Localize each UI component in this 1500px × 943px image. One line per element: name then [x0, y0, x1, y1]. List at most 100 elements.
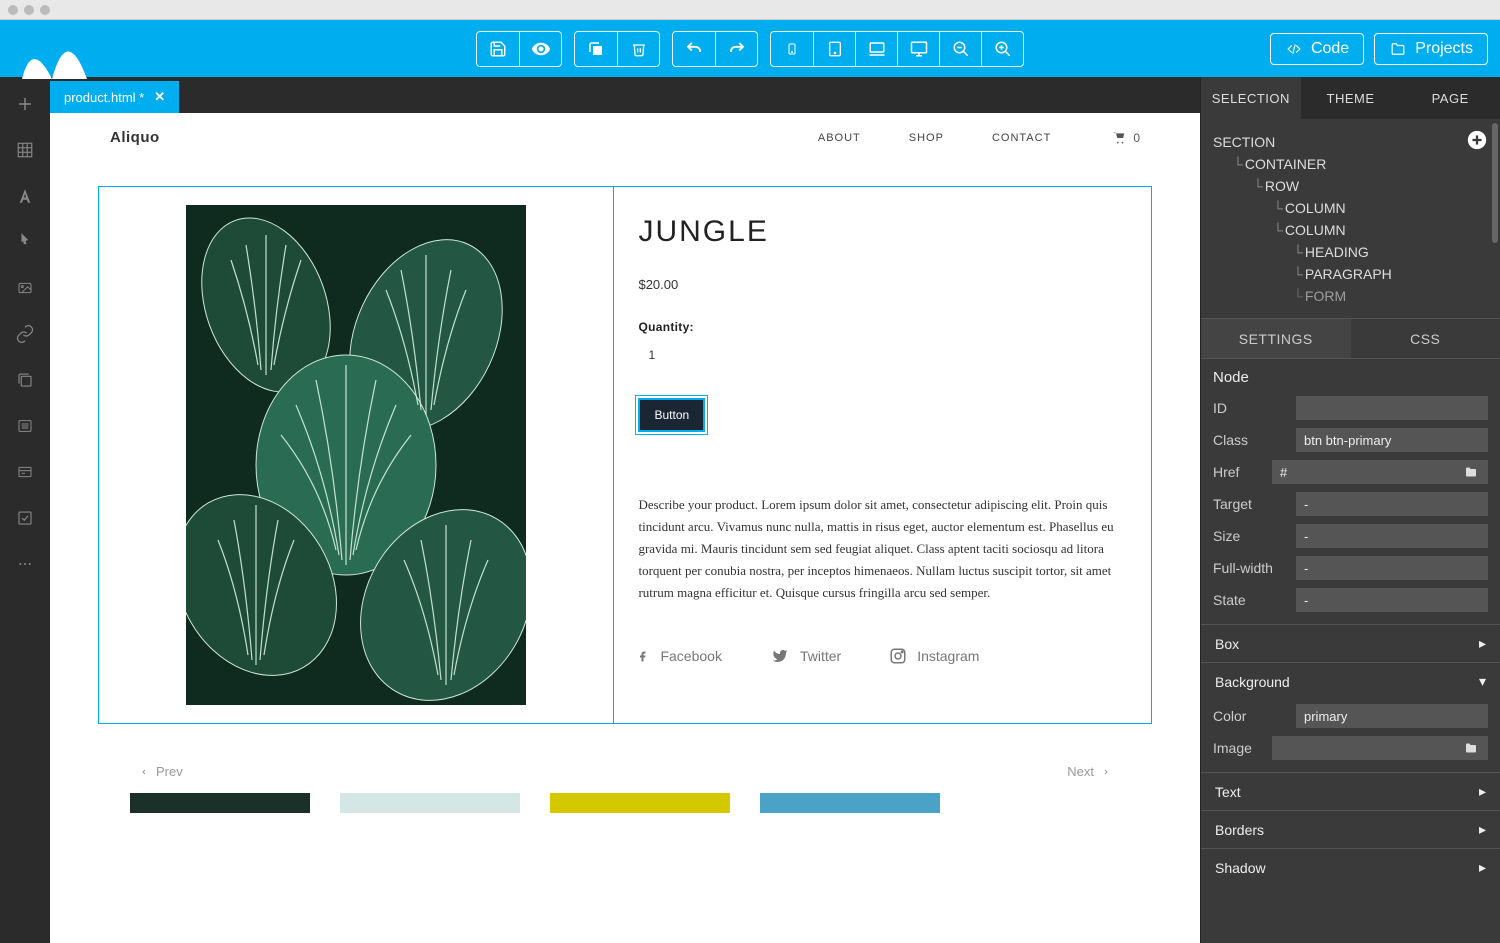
tree-container[interactable]: └CONTAINER — [1213, 153, 1488, 175]
tab-theme[interactable]: THEME — [1301, 77, 1401, 119]
viewport-laptop-button[interactable] — [855, 32, 897, 66]
tab-selection[interactable]: SELECTION — [1201, 77, 1301, 119]
site-brand[interactable]: Aliquo — [110, 129, 160, 146]
nav-contact[interactable]: CONTACT — [992, 132, 1051, 144]
target-input[interactable] — [1296, 492, 1488, 516]
id-input[interactable] — [1296, 396, 1488, 420]
add-to-cart-button[interactable]: Button — [638, 398, 705, 432]
cart[interactable]: 0 — [1111, 131, 1140, 145]
more-icon[interactable] — [14, 553, 36, 575]
product-title[interactable]: JUNGLE — [638, 215, 1127, 249]
thumbnail[interactable] — [130, 793, 310, 813]
nav-about[interactable]: ABOUT — [818, 132, 861, 144]
tree-section[interactable]: SECTION — [1213, 131, 1488, 153]
delete-button[interactable] — [617, 32, 659, 66]
cart-icon — [1111, 131, 1127, 145]
preview-button[interactable] — [519, 32, 561, 66]
accordion-text[interactable]: Text▸ — [1201, 772, 1500, 810]
panel-tabs: SELECTION THEME PAGE — [1201, 77, 1500, 119]
thumbnail[interactable] — [760, 793, 940, 813]
fullwidth-input[interactable] — [1296, 556, 1488, 580]
close-dot[interactable] — [8, 5, 18, 15]
duplicate-button[interactable] — [575, 32, 617, 66]
folder-icon — [1389, 42, 1407, 56]
id-label: ID — [1213, 400, 1296, 416]
bg-image-label: Image — [1213, 740, 1272, 756]
product-price[interactable]: $20.00 — [638, 277, 1127, 292]
size-input[interactable] — [1296, 524, 1488, 548]
layers-icon[interactable] — [14, 369, 36, 391]
zoom-in-button[interactable] — [981, 32, 1023, 66]
product-details-column[interactable]: JUNGLE $20.00 Quantity: 1 Button Describ… — [614, 187, 1151, 723]
href-input[interactable] — [1272, 460, 1464, 484]
thumbnail[interactable] — [550, 793, 730, 813]
link-icon[interactable] — [14, 323, 36, 345]
code-button[interactable]: Code — [1270, 33, 1364, 65]
window-chrome — [0, 0, 1500, 20]
chevron-right-icon: ▸ — [1479, 783, 1486, 800]
checkbox-icon[interactable] — [14, 507, 36, 529]
selected-section[interactable]: JUNGLE $20.00 Quantity: 1 Button Describ… — [98, 186, 1152, 724]
product-image[interactable] — [186, 205, 526, 705]
thumbnail[interactable] — [340, 793, 520, 813]
grid-icon[interactable] — [14, 139, 36, 161]
accordion-shadow[interactable]: Shadow▸ — [1201, 848, 1500, 886]
accordion-background[interactable]: Background▾ — [1201, 662, 1500, 700]
accordion-box[interactable]: Box▸ — [1201, 624, 1500, 662]
pointer-icon[interactable] — [14, 231, 36, 253]
quantity-value[interactable]: 1 — [638, 348, 1127, 362]
share-instagram[interactable]: Instagram — [889, 646, 979, 666]
bg-color-input[interactable] — [1296, 704, 1488, 728]
save-button[interactable] — [477, 32, 519, 66]
add-icon[interactable] — [14, 93, 36, 115]
minimize-dot[interactable] — [24, 5, 34, 15]
twitter-icon — [770, 648, 790, 664]
tree-heading[interactable]: └HEADING — [1213, 241, 1488, 263]
facebook-icon — [638, 646, 650, 666]
bg-image-browse-icon[interactable] — [1464, 742, 1488, 754]
tab-css[interactable]: CSS — [1351, 319, 1500, 358]
tab-close-icon[interactable]: ✕ — [154, 89, 165, 105]
tree-row[interactable]: └ROW — [1213, 175, 1488, 197]
tree-scrollbar[interactable] — [1492, 123, 1498, 243]
tab-settings[interactable]: SETTINGS — [1201, 319, 1351, 358]
file-tab[interactable]: product.html * ✕ — [50, 81, 179, 113]
accordion-borders[interactable]: Borders▸ — [1201, 810, 1500, 848]
image-icon[interactable] — [14, 277, 36, 299]
tree-paragraph[interactable]: └PARAGRAPH — [1213, 263, 1488, 285]
redo-button[interactable] — [715, 32, 757, 66]
projects-button[interactable]: Projects — [1374, 33, 1488, 65]
text-icon[interactable] — [14, 185, 36, 207]
canvas[interactable]: Aliquo ABOUT SHOP CONTACT 0 — [50, 113, 1200, 943]
class-input[interactable] — [1296, 428, 1488, 452]
tree-form[interactable]: └FORM — [1213, 285, 1488, 307]
href-browse-icon[interactable] — [1464, 466, 1488, 478]
bg-image-input[interactable] — [1272, 736, 1464, 760]
add-node-button[interactable] — [1466, 129, 1488, 151]
chevron-right-icon: ▸ — [1479, 859, 1486, 876]
tree-column[interactable]: └COLUMN — [1213, 197, 1488, 219]
nav-shop[interactable]: SHOP — [909, 132, 944, 144]
viewport-tablet-button[interactable] — [813, 32, 855, 66]
prev-button[interactable]: Prev — [140, 764, 183, 779]
product-description[interactable]: Describe your product. Lorem ipsum dolor… — [638, 494, 1127, 604]
maximize-dot[interactable] — [40, 5, 50, 15]
zoom-out-button[interactable] — [939, 32, 981, 66]
undo-button[interactable] — [673, 32, 715, 66]
card-icon[interactable] — [14, 461, 36, 483]
tab-strip: product.html * ✕ — [50, 77, 1200, 113]
share-facebook[interactable]: Facebook — [638, 646, 721, 666]
state-input[interactable] — [1296, 588, 1488, 612]
viewport-desktop-button[interactable] — [897, 32, 939, 66]
bg-color-label: Color — [1213, 708, 1296, 724]
next-button[interactable]: Next — [1067, 764, 1110, 779]
list-icon[interactable] — [14, 415, 36, 437]
share-twitter[interactable]: Twitter — [770, 646, 841, 666]
chevron-right-icon: ▸ — [1479, 635, 1486, 652]
fullwidth-label: Full-width — [1213, 560, 1296, 576]
viewport-mobile-button[interactable] — [771, 32, 813, 66]
tree-column[interactable]: └COLUMN — [1213, 219, 1488, 241]
product-image-column[interactable] — [99, 187, 614, 723]
cart-count: 0 — [1133, 131, 1140, 145]
tab-page[interactable]: PAGE — [1400, 77, 1500, 119]
